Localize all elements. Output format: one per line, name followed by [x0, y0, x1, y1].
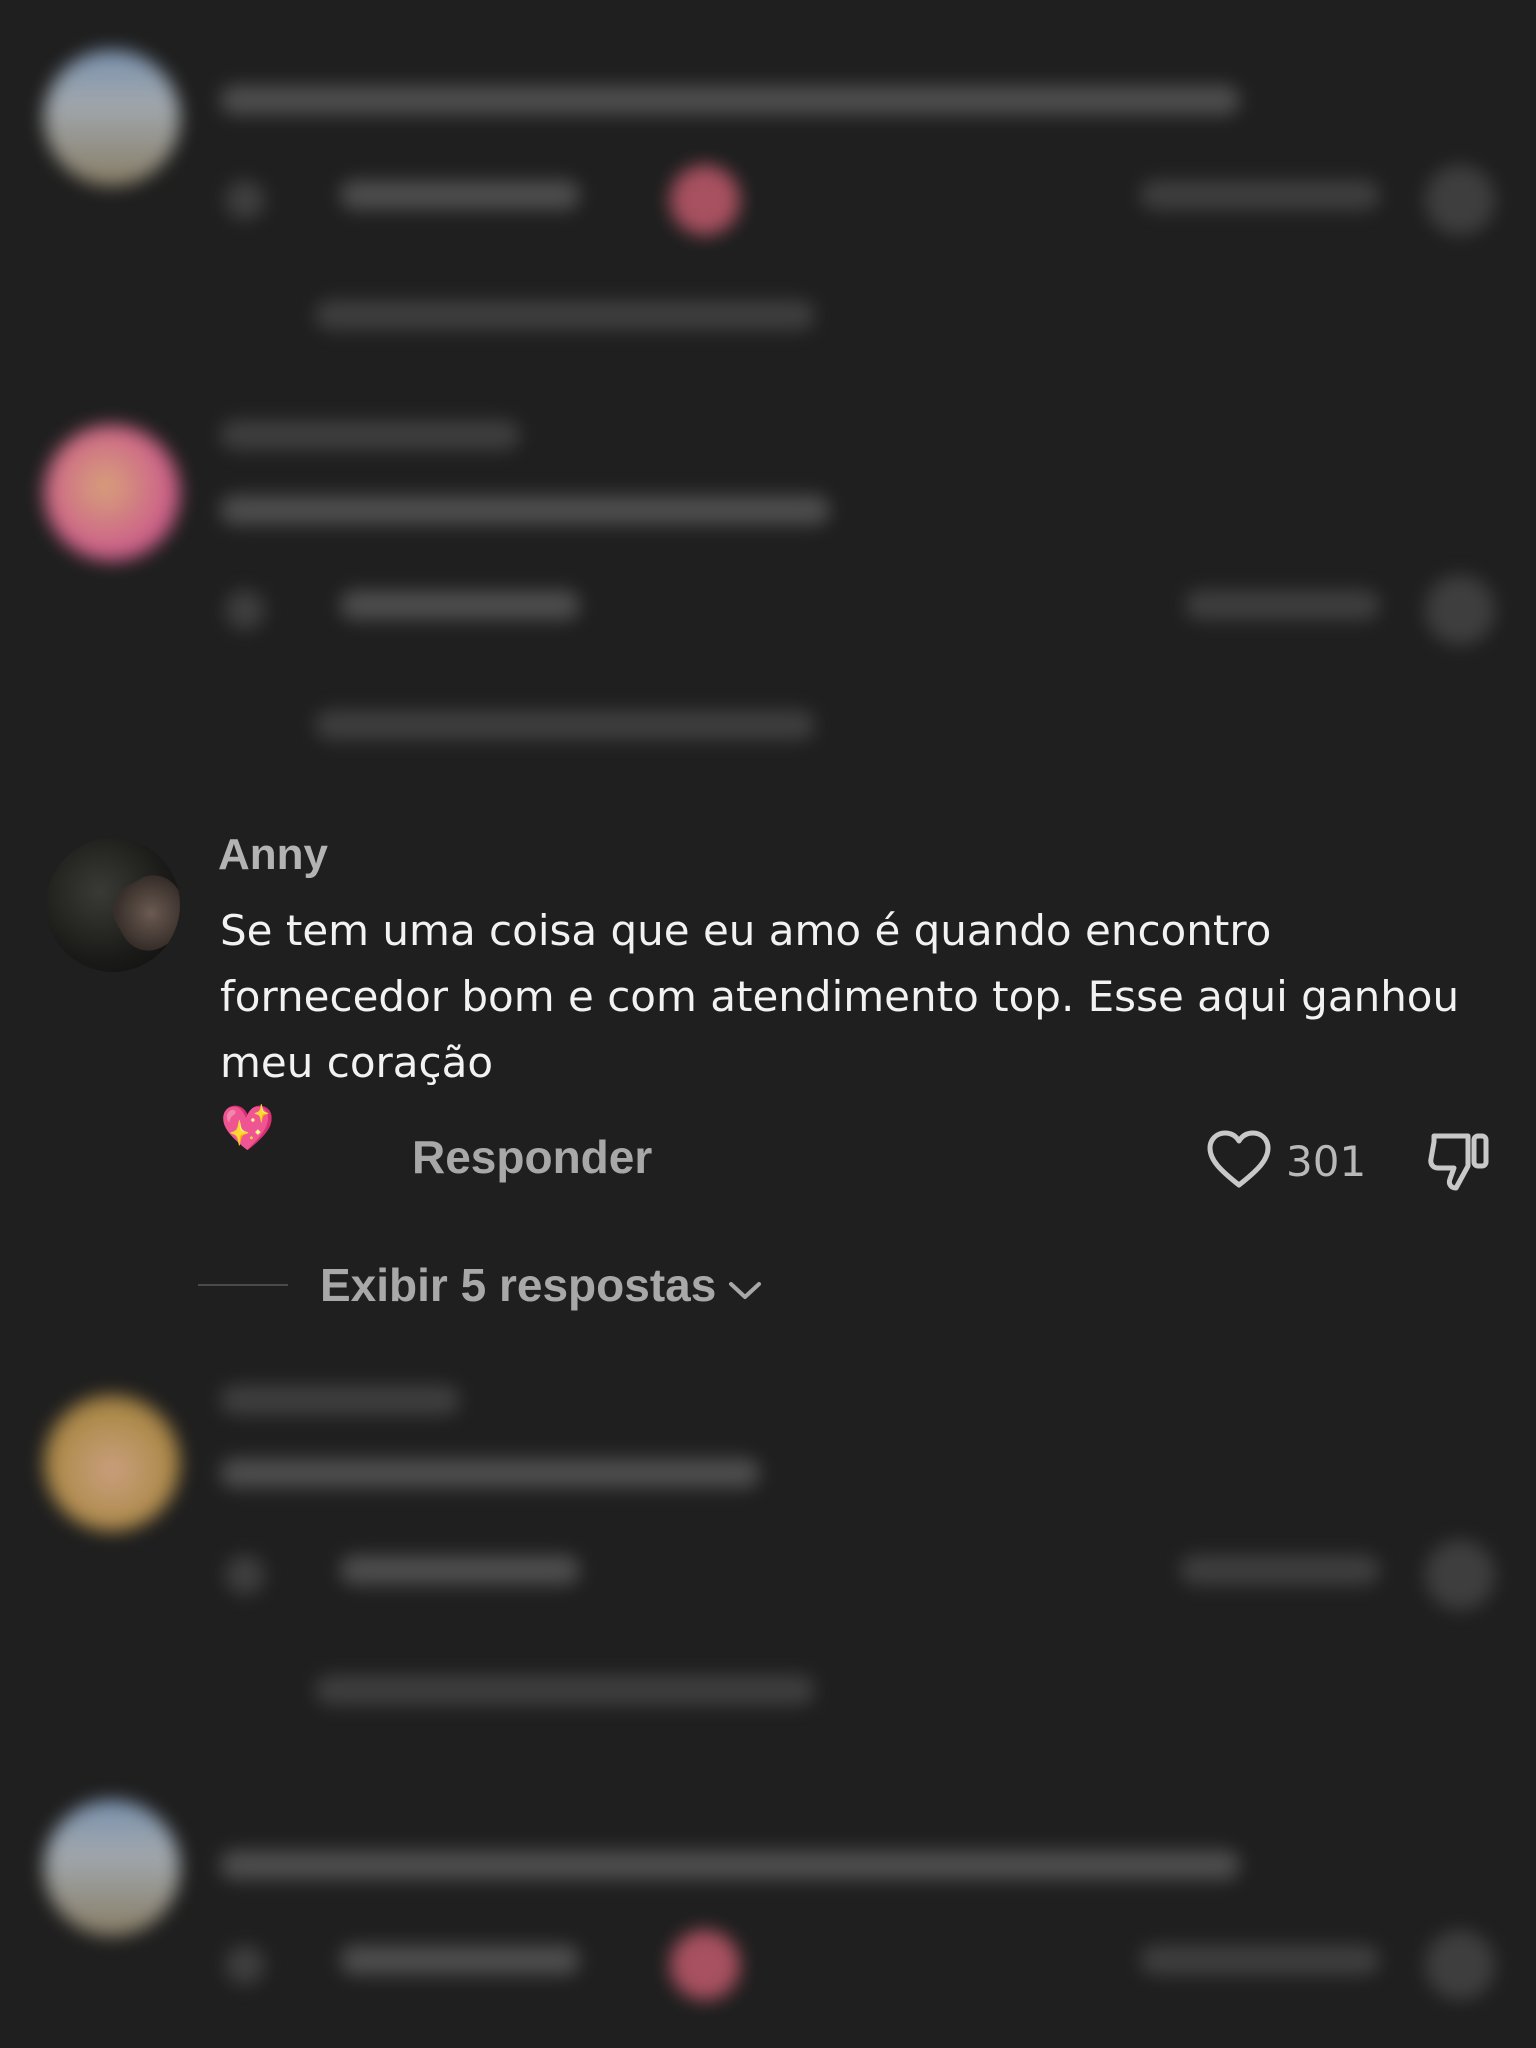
view-replies-button[interactable]: Exibir 5 respostas: [320, 1258, 762, 1312]
avatar: [44, 425, 180, 561]
comment-text: Se tem uma coisa que eu amo é quando enc…: [220, 898, 1490, 1162]
comment-body: Se tem uma coisa que eu amo é quando enc…: [220, 906, 1460, 1087]
comments-page: Anny Se tem uma coisa que eu amo é quand…: [0, 0, 1536, 2048]
comment-item: Anny Se tem uma coisa que eu amo é quand…: [0, 830, 1536, 1330]
avatar: [44, 50, 180, 186]
divider: [198, 1284, 288, 1286]
reply-button[interactable]: Responder: [412, 1130, 652, 1184]
heart-outline-icon: [1206, 1129, 1272, 1193]
chevron-down-icon: [728, 1258, 762, 1312]
blurred-comment: [0, 30, 1536, 330]
dislike-button[interactable]: [1424, 1128, 1494, 1194]
like-button[interactable]: 301: [1206, 1128, 1366, 1194]
view-replies-label: Exibir 5 respostas: [320, 1259, 717, 1311]
thumbs-down-icon: [1424, 1133, 1494, 1198]
like-count: 301: [1286, 1136, 1367, 1186]
view-replies-row: Exibir 5 respostas: [198, 1250, 762, 1320]
avatar: [44, 1395, 180, 1531]
blurred-comment: [0, 400, 1536, 780]
avatar[interactable]: [46, 838, 180, 972]
heart-sparkle-emoji: 💖: [220, 1103, 275, 1154]
avatar: [44, 1800, 180, 1936]
blurred-comment: [0, 1780, 1536, 2048]
comment-author[interactable]: Anny: [218, 830, 328, 880]
blurred-comment: [0, 1365, 1536, 1745]
